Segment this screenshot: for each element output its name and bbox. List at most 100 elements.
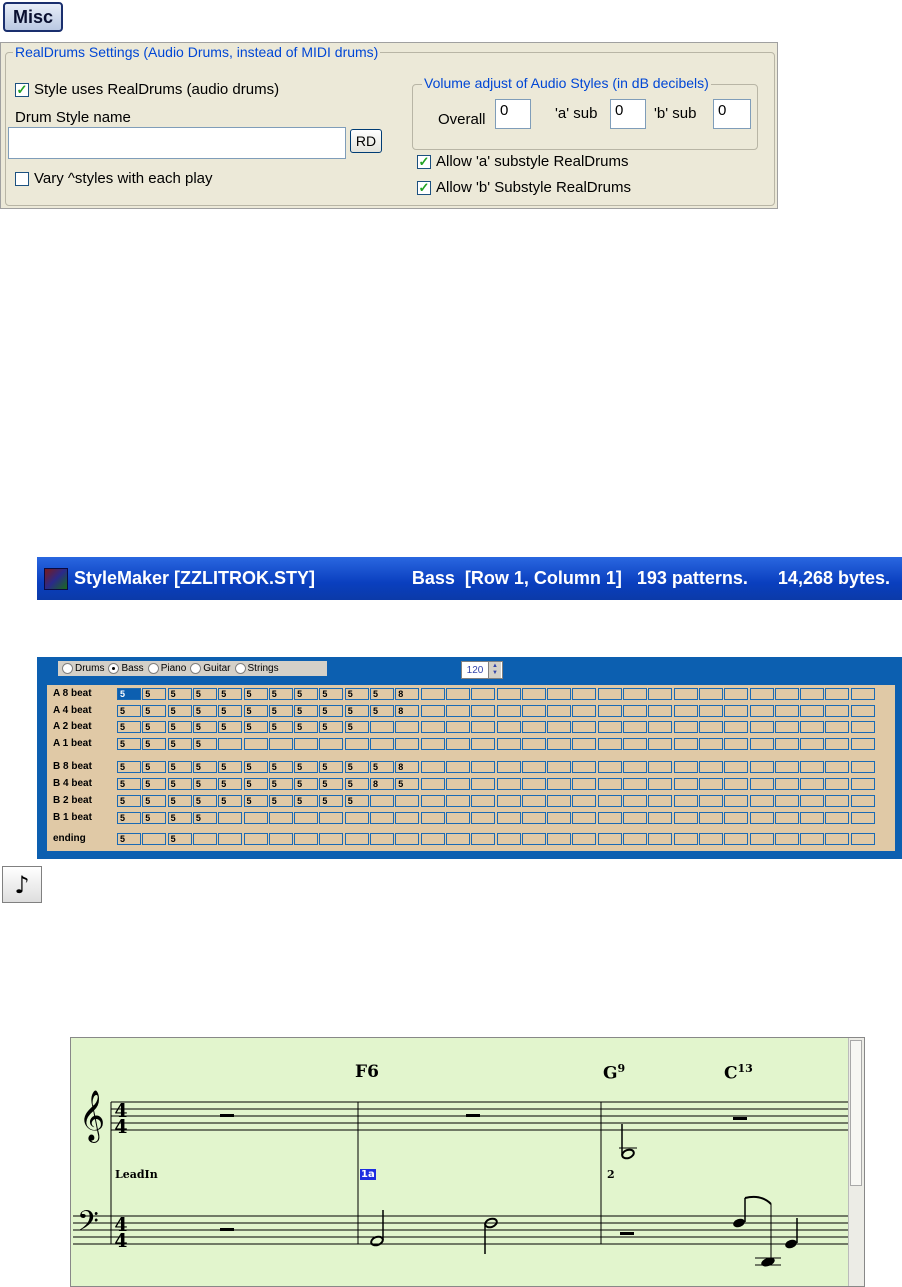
pattern-cell[interactable] — [521, 738, 546, 750]
pattern-cell[interactable] — [471, 778, 496, 790]
pattern-cell[interactable] — [724, 721, 749, 733]
pattern-cell[interactable]: 5 — [344, 705, 369, 717]
pattern-cell[interactable] — [648, 688, 673, 700]
pattern-cell[interactable]: 8 — [370, 778, 394, 790]
pattern-cell[interactable] — [749, 795, 774, 807]
pattern-cell[interactable] — [698, 688, 723, 700]
b-sub-volume-input[interactable]: 0 — [713, 99, 751, 129]
pattern-cell[interactable] — [623, 778, 647, 790]
pattern-cell[interactable] — [597, 738, 622, 750]
pattern-cell[interactable] — [850, 705, 875, 717]
pattern-cell[interactable] — [471, 738, 496, 750]
pattern-cell[interactable] — [218, 833, 243, 845]
pattern-cell[interactable] — [623, 795, 647, 807]
pattern-cell[interactable] — [521, 795, 546, 807]
pattern-cell[interactable] — [218, 738, 243, 750]
pattern-cell[interactable]: 5 — [192, 738, 217, 750]
pattern-cell[interactable] — [445, 688, 470, 700]
pattern-cell[interactable]: 5 — [268, 761, 293, 773]
pattern-cell[interactable] — [623, 833, 647, 845]
pattern-cell[interactable]: 5 — [192, 778, 217, 790]
pattern-cell[interactable]: 5 — [370, 688, 394, 700]
pattern-cell[interactable]: 5 — [117, 721, 141, 733]
pattern-cell[interactable] — [597, 688, 622, 700]
pattern-cell[interactable] — [800, 812, 825, 824]
pattern-cell[interactable] — [749, 688, 774, 700]
pattern-cell[interactable]: 5 — [117, 705, 141, 717]
pattern-cell[interactable] — [547, 738, 572, 750]
pattern-cell[interactable] — [825, 705, 850, 717]
pattern-cell[interactable] — [648, 721, 673, 733]
pattern-cell[interactable] — [850, 761, 875, 773]
pattern-cell[interactable] — [623, 812, 647, 824]
pattern-cell[interactable]: 5 — [319, 721, 344, 733]
pattern-cell[interactable]: 5 — [117, 738, 141, 750]
pattern-cell[interactable] — [800, 833, 825, 845]
pattern-cell[interactable] — [445, 778, 470, 790]
pattern-cell[interactable] — [749, 721, 774, 733]
pattern-cell[interactable] — [521, 761, 546, 773]
pattern-cell[interactable] — [597, 795, 622, 807]
pattern-cell[interactable] — [572, 761, 597, 773]
pattern-cell[interactable]: 5 — [192, 761, 217, 773]
pattern-cell[interactable] — [673, 721, 698, 733]
pattern-cell[interactable] — [825, 721, 850, 733]
pattern-cell[interactable] — [850, 738, 875, 750]
pattern-cell[interactable]: 8 — [395, 688, 420, 700]
pattern-cell[interactable] — [800, 795, 825, 807]
pattern-cell[interactable] — [774, 778, 799, 790]
pattern-cell[interactable]: 5 — [117, 812, 141, 824]
pattern-cell[interactable] — [268, 833, 293, 845]
pattern-cell[interactable]: 5 — [319, 761, 344, 773]
pattern-cell[interactable]: 5 — [268, 705, 293, 717]
pattern-cell[interactable]: 5 — [142, 812, 167, 824]
pattern-cell[interactable]: 5 — [294, 761, 319, 773]
pattern-cell[interactable] — [445, 812, 470, 824]
pattern-cell[interactable]: 5 — [167, 795, 192, 807]
pattern-cell[interactable] — [547, 705, 572, 717]
pattern-cell[interactable]: 5 — [167, 761, 192, 773]
pattern-cell[interactable] — [749, 761, 774, 773]
pattern-cell[interactable] — [572, 795, 597, 807]
pattern-cell[interactable] — [800, 688, 825, 700]
pattern-cell[interactable] — [547, 812, 572, 824]
pattern-cell[interactable] — [673, 812, 698, 824]
pattern-cell[interactable] — [471, 705, 496, 717]
pattern-cell[interactable] — [496, 705, 521, 717]
pattern-cell[interactable] — [319, 812, 344, 824]
pattern-cell[interactable] — [395, 721, 420, 733]
pattern-cell[interactable] — [825, 812, 850, 824]
pattern-cell[interactable] — [268, 738, 293, 750]
pattern-cell[interactable]: 5 — [117, 795, 141, 807]
pattern-cell[interactable] — [445, 795, 470, 807]
pattern-cell[interactable] — [319, 738, 344, 750]
pattern-cell[interactable]: 5 — [344, 778, 369, 790]
pattern-cell[interactable]: 5 — [192, 812, 217, 824]
tempo-spinner[interactable]: 120 ▲ ▼ — [461, 661, 503, 679]
pattern-cell[interactable] — [521, 721, 546, 733]
pattern-cell[interactable] — [395, 812, 420, 824]
pattern-cell[interactable] — [370, 833, 394, 845]
pattern-cell[interactable] — [774, 795, 799, 807]
pattern-cell[interactable] — [420, 721, 445, 733]
pattern-cell[interactable] — [496, 688, 521, 700]
pattern-cell[interactable] — [496, 795, 521, 807]
radio-drums[interactable]: Drums — [62, 663, 104, 674]
pattern-cell[interactable] — [597, 705, 622, 717]
vertical-scrollbar[interactable] — [848, 1038, 864, 1286]
pattern-cell[interactable] — [521, 688, 546, 700]
pattern-cell[interactable] — [724, 688, 749, 700]
pattern-cell[interactable] — [420, 778, 445, 790]
pattern-cell[interactable] — [572, 721, 597, 733]
drum-style-name-input[interactable] — [8, 127, 346, 159]
pattern-cell[interactable] — [825, 688, 850, 700]
pattern-cell[interactable] — [774, 812, 799, 824]
pattern-cell[interactable] — [648, 812, 673, 824]
pattern-cell[interactable]: 5 — [142, 761, 167, 773]
pattern-cell[interactable] — [496, 812, 521, 824]
pattern-cell[interactable]: 5 — [142, 778, 167, 790]
pattern-cell[interactable]: 5 — [117, 688, 141, 700]
pattern-cell[interactable] — [774, 761, 799, 773]
pattern-cell[interactable] — [623, 721, 647, 733]
pattern-cell[interactable] — [698, 705, 723, 717]
